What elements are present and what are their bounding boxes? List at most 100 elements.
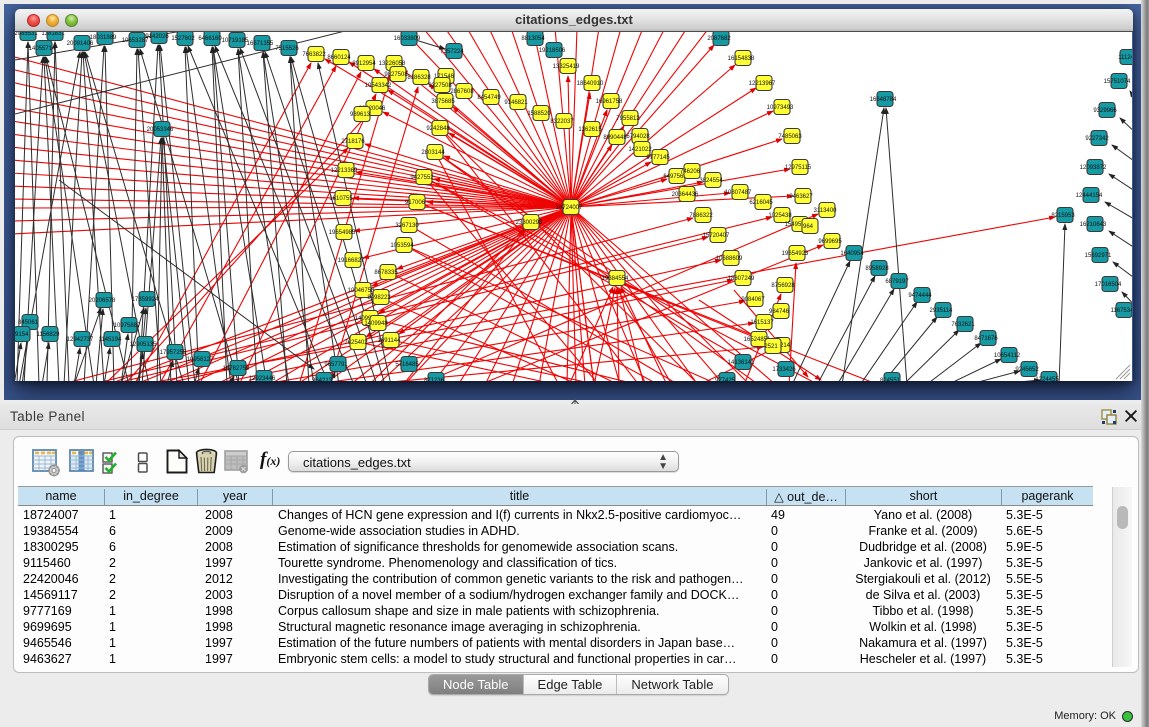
svg-text:1421022: 1421022 bbox=[628, 147, 652, 153]
svg-text:8454749: 8454749 bbox=[477, 95, 501, 101]
svg-text:16033809: 16033809 bbox=[394, 36, 421, 42]
svg-text:16210643: 16210643 bbox=[1080, 222, 1107, 228]
svg-text:8322037: 8322037 bbox=[550, 119, 574, 125]
svg-text:2867608: 2867608 bbox=[450, 89, 474, 95]
svg-text:18031889: 18031889 bbox=[90, 35, 117, 41]
svg-text:19654985: 19654985 bbox=[329, 230, 356, 236]
svg-text:14136141: 14136141 bbox=[728, 360, 755, 366]
svg-text:8215953: 8215953 bbox=[1051, 213, 1075, 219]
svg-text:10958127: 10958127 bbox=[187, 357, 214, 363]
svg-text:8756928: 8756928 bbox=[771, 283, 795, 289]
svg-text:7625402: 7625402 bbox=[344, 340, 368, 346]
svg-text:989613: 989613 bbox=[350, 112, 371, 118]
svg-text:16154838: 16154838 bbox=[728, 56, 755, 62]
svg-text:2521: 2521 bbox=[764, 344, 778, 350]
svg-text:9463627: 9463627 bbox=[789, 194, 813, 200]
svg-text:1409948: 1409948 bbox=[364, 321, 388, 327]
svg-text:964: 964 bbox=[803, 224, 814, 230]
svg-text:15692971: 15692971 bbox=[1085, 253, 1112, 259]
svg-text:746206: 746206 bbox=[680, 169, 701, 175]
svg-text:1025438: 1025438 bbox=[768, 213, 792, 219]
svg-text:14055714: 14055714 bbox=[29, 46, 56, 52]
svg-text:18724007: 18724007 bbox=[556, 205, 583, 211]
svg-text:1053594: 1053594 bbox=[390, 243, 414, 249]
svg-text:2803144: 2803144 bbox=[421, 150, 445, 156]
svg-text:9699695: 9699695 bbox=[818, 239, 842, 245]
svg-text:16648784: 16648784 bbox=[870, 97, 897, 103]
svg-text:1640954: 1640954 bbox=[840, 251, 864, 257]
svg-text:1224455: 1224455 bbox=[1035, 377, 1059, 381]
svg-text:10688609: 10688609 bbox=[716, 256, 743, 262]
svg-text:9146821: 9146821 bbox=[504, 100, 528, 106]
svg-text:19384554: 19384554 bbox=[602, 276, 629, 282]
svg-text:23300293: 23300293 bbox=[516, 220, 543, 226]
svg-text:12942737: 12942737 bbox=[67, 337, 94, 343]
svg-text:9245652: 9245652 bbox=[1015, 367, 1039, 373]
svg-text:9657791: 9657791 bbox=[324, 362, 348, 368]
svg-text:9827508: 9827508 bbox=[384, 72, 408, 78]
svg-text:17957255: 17957255 bbox=[160, 350, 187, 356]
svg-text:8498222: 8498222 bbox=[367, 295, 391, 301]
svg-text:1691144: 1691144 bbox=[378, 338, 402, 344]
svg-text:1381831: 1381831 bbox=[41, 32, 65, 37]
svg-text:20206578: 20206578 bbox=[89, 298, 116, 304]
svg-text:1615137: 1615137 bbox=[750, 320, 774, 326]
svg-text:19166827: 19166827 bbox=[338, 258, 365, 264]
svg-text:16671355: 16671355 bbox=[247, 41, 274, 47]
svg-text:2085531: 2085531 bbox=[15, 32, 38, 37]
svg-text:2087682: 2087682 bbox=[707, 36, 731, 42]
svg-text:7357224: 7357224 bbox=[440, 49, 464, 55]
svg-text:917006: 917006 bbox=[405, 200, 426, 206]
svg-text:17359924: 17359924 bbox=[132, 297, 159, 303]
svg-text:8912954: 8912954 bbox=[352, 61, 376, 67]
svg-text:8471676: 8471676 bbox=[974, 336, 998, 342]
svg-text:10975887: 10975887 bbox=[114, 323, 141, 329]
svg-text:8813054: 8813054 bbox=[521, 36, 545, 42]
svg-text:7955812: 7955812 bbox=[616, 116, 640, 122]
svg-text:20091406: 20091406 bbox=[67, 41, 94, 47]
svg-text:3875685: 3875685 bbox=[431, 99, 455, 105]
svg-text:1362615: 1362615 bbox=[578, 127, 602, 133]
svg-text:12975115: 12975115 bbox=[785, 165, 812, 171]
svg-text:12444154: 12444154 bbox=[1076, 193, 1103, 199]
svg-text:9327508: 9327508 bbox=[428, 83, 452, 89]
svg-text:10654112: 10654112 bbox=[994, 353, 1021, 359]
svg-text:15751074: 15751074 bbox=[1104, 79, 1131, 85]
svg-text:9142026: 9142026 bbox=[145, 34, 169, 40]
svg-text:9227342: 9227342 bbox=[1085, 136, 1109, 142]
svg-text:1145194: 1145194 bbox=[99, 337, 123, 343]
svg-text:6879197: 6879197 bbox=[885, 279, 909, 285]
svg-text:1733426: 1733426 bbox=[772, 367, 796, 373]
svg-text:6466160: 6466160 bbox=[198, 36, 222, 42]
svg-text:6794028: 6794028 bbox=[626, 134, 650, 140]
svg-text:10807487: 10807487 bbox=[725, 190, 752, 196]
svg-text:871236: 871236 bbox=[424, 378, 445, 381]
svg-text:10543342: 10543342 bbox=[365, 83, 392, 89]
svg-text:5716485: 5716485 bbox=[395, 362, 419, 368]
svg-text:1610755: 1610755 bbox=[329, 196, 353, 202]
svg-text:7632621: 7632621 bbox=[951, 322, 975, 328]
svg-text:964213: 964213 bbox=[312, 378, 333, 381]
svg-text:984746: 984746 bbox=[769, 309, 790, 315]
svg-text:10046758: 10046758 bbox=[348, 288, 375, 294]
svg-text:1156829: 1156829 bbox=[37, 332, 61, 338]
svg-text:1167534: 1167534 bbox=[1111, 308, 1132, 314]
svg-text:9777145: 9777145 bbox=[646, 155, 670, 161]
svg-text:20053346: 20053346 bbox=[147, 127, 174, 133]
svg-text:3113400: 3113400 bbox=[814, 208, 838, 214]
svg-text:7485063: 7485063 bbox=[778, 134, 802, 140]
svg-text:12923446: 12923446 bbox=[249, 376, 276, 381]
svg-text:17016504: 17016504 bbox=[1095, 282, 1122, 288]
svg-text:8958928: 8958928 bbox=[865, 266, 889, 272]
svg-text:19654923: 19654923 bbox=[782, 251, 809, 257]
svg-text:9329966: 9329966 bbox=[1093, 108, 1117, 114]
svg-text:10719185: 10719185 bbox=[222, 38, 249, 44]
svg-text:845061: 845061 bbox=[18, 320, 39, 326]
svg-text:3267130: 3267130 bbox=[395, 223, 419, 229]
svg-text:6216045: 6216045 bbox=[749, 200, 773, 206]
svg-text:13325419: 13325419 bbox=[553, 64, 580, 70]
svg-text:824551: 824551 bbox=[880, 378, 901, 381]
svg-text:9427552: 9427552 bbox=[410, 175, 434, 181]
svg-text:20364436: 20364436 bbox=[672, 192, 699, 198]
svg-text:9474444: 9474444 bbox=[908, 293, 932, 299]
